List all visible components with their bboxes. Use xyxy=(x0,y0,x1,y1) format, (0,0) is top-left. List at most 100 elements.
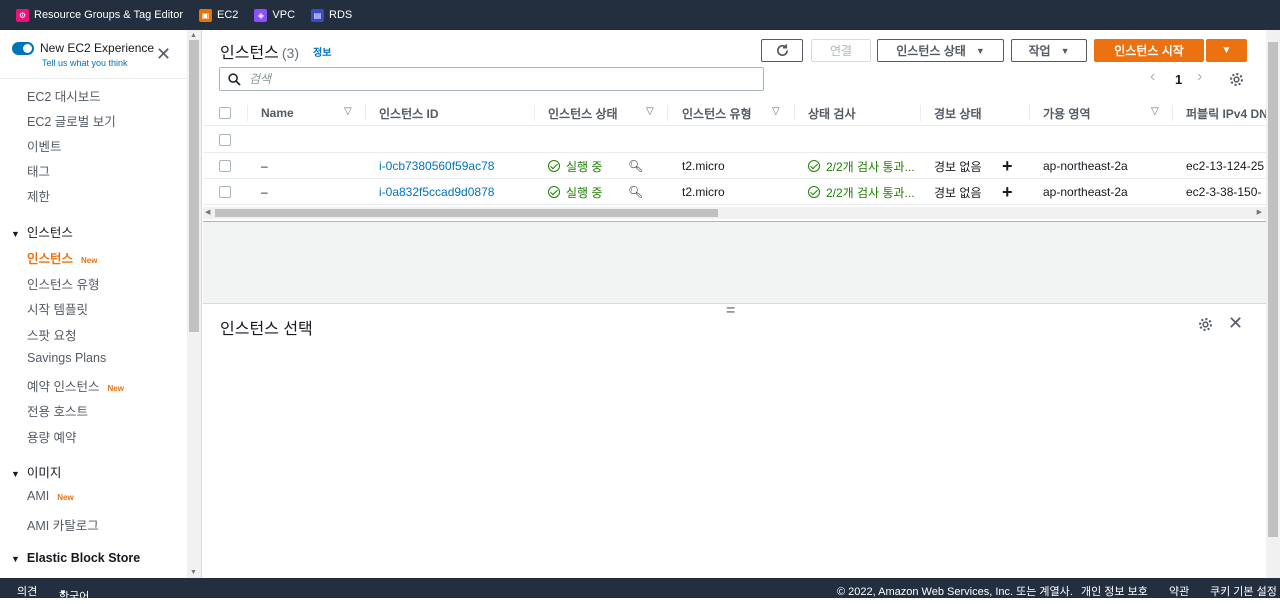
connect-button[interactable]: 연결 xyxy=(811,39,871,62)
scroll-left-icon[interactable]: ◀ xyxy=(205,208,210,216)
add-alarm-plus-icon[interactable]: + xyxy=(1002,153,1013,179)
cell-instance-id-link[interactable]: i-0a832f5ccad9d0878 xyxy=(379,179,494,205)
column-header-status-check[interactable]: 상태 검사 xyxy=(808,100,856,126)
row-checkbox[interactable] xyxy=(219,160,231,172)
current-page[interactable]: 1 xyxy=(1175,72,1182,87)
feedback-link[interactable]: Tell us what you think xyxy=(42,58,128,68)
split-panel-settings-gear-icon[interactable] xyxy=(1198,317,1213,335)
state-text: 실행 중 xyxy=(566,159,603,174)
sort-icon[interactable]: ▽ xyxy=(344,106,352,117)
zoom-in-out-icon[interactable]: 🔍︎ xyxy=(628,153,642,179)
split-panel-close-icon[interactable]: ✕ xyxy=(1228,313,1243,334)
terms-link[interactable]: 약관 xyxy=(1169,583,1189,599)
favorite-vpc[interactable]: ◈ VPC xyxy=(254,8,296,22)
sidebar-section-images[interactable]: ▼ 이미지 xyxy=(11,462,61,481)
favorite-label: Resource Groups & Tag Editor xyxy=(34,9,183,21)
info-link[interactable]: 정보 xyxy=(313,44,331,59)
row-checkbox[interactable] xyxy=(219,186,231,198)
column-header-instance-state[interactable]: 인스턴스 상태 xyxy=(548,100,618,126)
feedback-link[interactable]: 의견 xyxy=(17,583,37,599)
column-header-public-dns[interactable]: 퍼블릭 IPv4 DN xyxy=(1186,100,1266,126)
select-all-checkbox[interactable] xyxy=(219,107,231,119)
main-scrollbar[interactable] xyxy=(1266,30,1280,578)
sidebar-item-ami[interactable]: AMI New xyxy=(27,489,74,503)
launch-options-dropdown[interactable]: ▼ xyxy=(1206,39,1247,62)
scroll-up-icon[interactable]: ▲ xyxy=(190,32,197,39)
table-row[interactable]: – i-0cb7380560f59ac78 실행 중 🔍︎ t2.micro 2… xyxy=(203,153,1266,179)
sidebar-scrollbar[interactable]: ▲ ▼ xyxy=(187,30,201,578)
table-horizontal-scrollbar[interactable]: ◀ ▶ xyxy=(203,207,1266,219)
sort-icon[interactable]: ▽ xyxy=(646,106,654,117)
favorite-label: RDS xyxy=(329,9,353,21)
sidebar-item-savings-plans[interactable]: Savings Plans xyxy=(27,351,106,365)
sidebar-item-dedicated-hosts[interactable]: 전용 호스트 xyxy=(27,401,88,420)
sidebar-item-dashboard[interactable]: EC2 대시보드 xyxy=(27,86,101,105)
table-settings-gear-icon[interactable] xyxy=(1229,72,1244,90)
cookie-preferences-link[interactable]: 쿠키 기본 설정 xyxy=(1210,583,1277,599)
sidebar-item-label: 예약 인스턴스 xyxy=(27,380,100,394)
sidebar-item-spot-requests[interactable]: 스팟 요청 xyxy=(27,325,76,344)
sort-icon[interactable]: ▽ xyxy=(1151,106,1159,117)
sidebar-item-capacity-reservations[interactable]: 용량 예약 xyxy=(27,427,76,446)
column-header-instance-type[interactable]: 인스턴스 유형 xyxy=(682,100,752,126)
favorite-label: EC2 xyxy=(216,9,239,21)
caret-down-icon: ▼ xyxy=(11,469,20,479)
refresh-button[interactable] xyxy=(761,39,803,62)
search-input[interactable] xyxy=(249,72,729,86)
cell-instance-id-link[interactable]: i-0cb7380560f59ac78 xyxy=(379,153,494,179)
sidebar-item-events[interactable]: 이벤트 xyxy=(27,136,62,155)
zoom-in-out-icon[interactable]: 🔍︎ xyxy=(628,179,642,205)
scrollbar-thumb[interactable] xyxy=(1268,42,1278,537)
sidebar-item-instance-types[interactable]: 인스턴스 유형 xyxy=(27,274,99,293)
sidebar-item-ami-catalog[interactable]: AMI 카탈로그 xyxy=(27,515,99,534)
prev-page-icon[interactable]: ‹ xyxy=(1150,68,1155,86)
cell-availability-zone: ap-northeast-2a xyxy=(1043,185,1128,199)
column-header-availability-zone[interactable]: 가용 영역 xyxy=(1043,100,1091,126)
scrollbar-thumb[interactable] xyxy=(215,209,718,217)
column-header-name[interactable]: Name xyxy=(261,100,294,126)
next-page-icon[interactable]: › xyxy=(1197,68,1202,86)
favorite-ec2[interactable]: ▣ EC2 xyxy=(198,8,239,22)
sidebar-item-global-view[interactable]: EC2 글로벌 보기 xyxy=(27,111,116,130)
sidebar-item-limits[interactable]: 제한 xyxy=(27,186,50,205)
resource-groups-icon: ⚙ xyxy=(16,8,29,22)
column-divider xyxy=(365,105,366,121)
sidebar-item-instances[interactable]: 인스턴스 New xyxy=(27,248,97,267)
check-circle-icon xyxy=(808,160,820,172)
caret-down-icon: ▼ xyxy=(11,554,20,564)
launch-instances-button[interactable]: 인스턴스 시작 xyxy=(1094,39,1204,62)
table-row[interactable]: – i-0a832f5ccad9d0878 실행 중 🔍︎ t2.micro 2… xyxy=(203,179,1266,205)
sidebar-section-ebs[interactable]: ▼ Elastic Block Store xyxy=(11,551,140,565)
filter-row xyxy=(203,127,1266,153)
actions-dropdown[interactable]: 작업 ▼ xyxy=(1011,39,1087,62)
column-divider xyxy=(247,105,248,121)
copyright-text: © 2022, Amazon Web Services, Inc. 또는 계열사… xyxy=(837,586,1073,598)
caret-down-icon: ▼ xyxy=(59,588,67,597)
sidebar-item-tags[interactable]: 태그 xyxy=(27,161,50,180)
sidebar-section-instances[interactable]: ▼ 인스턴스 xyxy=(11,222,73,241)
scroll-down-icon[interactable]: ▼ xyxy=(190,569,197,576)
instance-state-dropdown[interactable]: 인스턴스 상태 ▼ xyxy=(877,39,1004,62)
check-circle-icon xyxy=(548,160,560,172)
close-icon[interactable]: ✕ xyxy=(156,44,171,65)
drag-handle-icon[interactable]: = xyxy=(726,302,735,320)
sidebar-item-launch-templates[interactable]: 시작 템플릿 xyxy=(27,299,88,318)
cell-instance-type: t2.micro xyxy=(682,185,725,199)
row-checkbox[interactable] xyxy=(219,134,231,146)
column-header-instance-id[interactable]: 인스턴스 ID xyxy=(379,100,439,126)
favorite-label: VPC xyxy=(272,9,296,21)
footer: 의견 한국어 ▼ © 2022, Amazon Web Services, In… xyxy=(0,578,1280,603)
search-box[interactable] xyxy=(219,67,764,91)
vpc-icon: ◈ xyxy=(254,8,268,22)
sidebar-item-reserved-instances[interactable]: 예약 인스턴스 New xyxy=(27,376,124,395)
column-header-alarm-status[interactable]: 경보 상태 xyxy=(934,100,982,126)
new-badge: New xyxy=(57,493,74,502)
scrollbar-thumb[interactable] xyxy=(189,40,199,332)
new-experience-toggle[interactable] xyxy=(12,42,34,55)
sort-icon[interactable]: ▽ xyxy=(772,106,780,117)
favorite-rds[interactable]: ▤ RDS xyxy=(311,8,353,22)
privacy-link[interactable]: 개인 정보 보호 xyxy=(1081,583,1148,599)
favorite-resource-groups[interactable]: ⚙ Resource Groups & Tag Editor xyxy=(16,8,183,22)
add-alarm-plus-icon[interactable]: + xyxy=(1002,179,1013,205)
scroll-right-icon[interactable]: ▶ xyxy=(1257,208,1262,216)
